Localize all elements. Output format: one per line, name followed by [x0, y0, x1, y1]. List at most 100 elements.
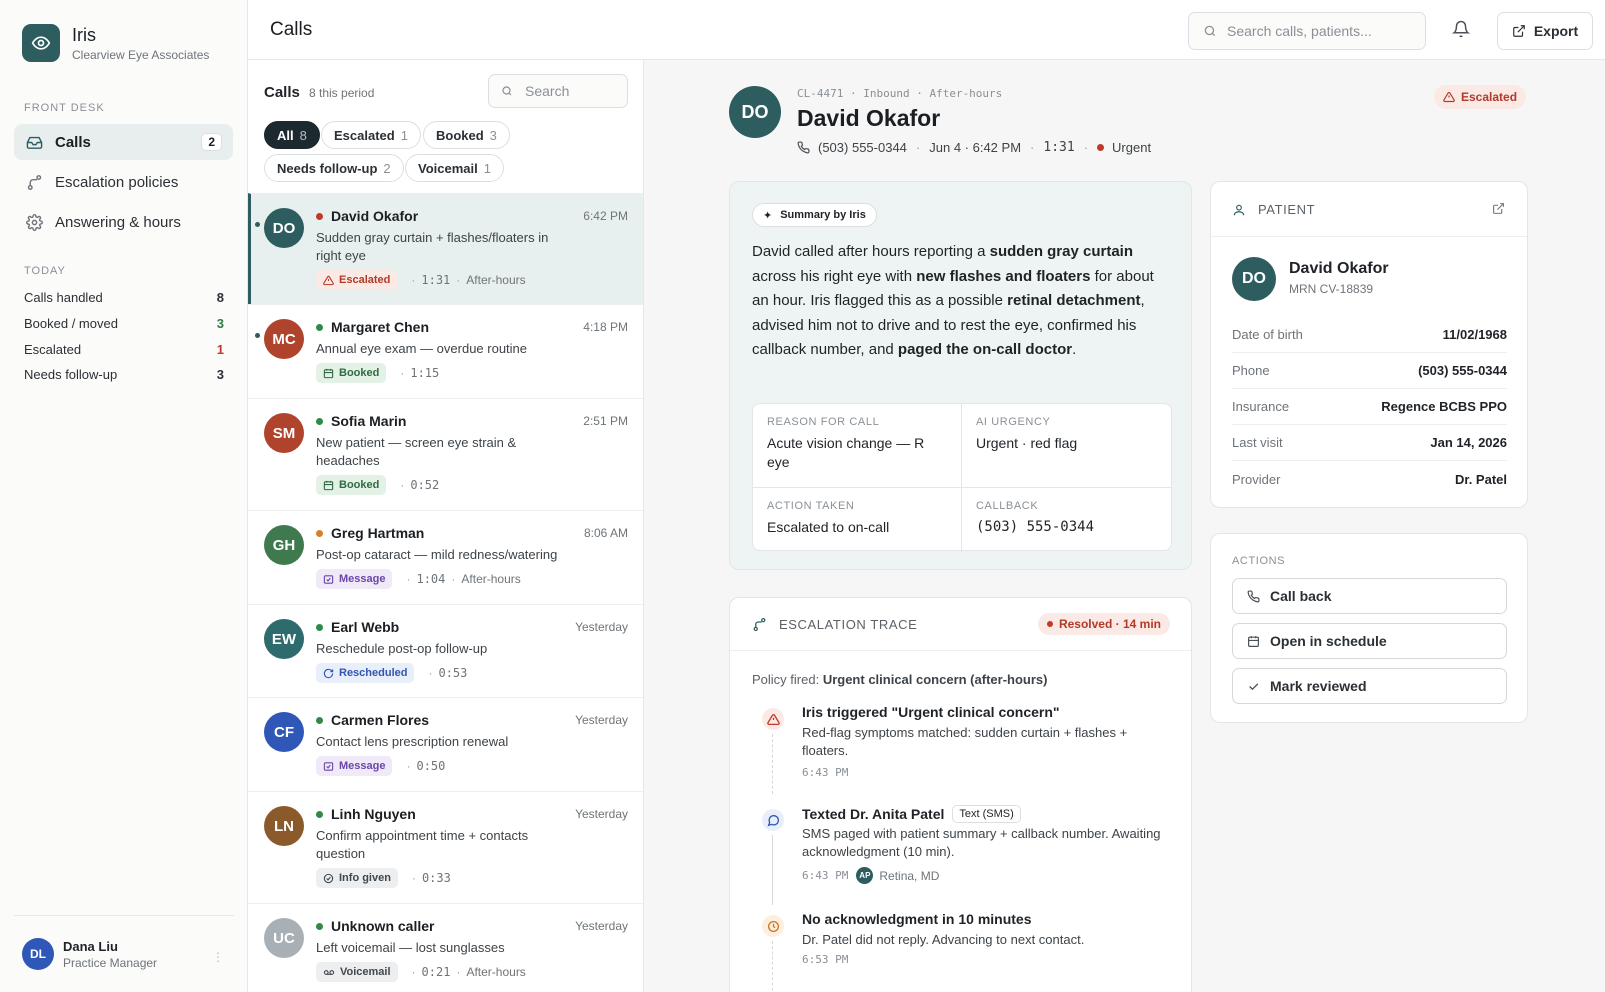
section-today: Today — [24, 265, 66, 277]
avatar: AP — [856, 867, 874, 884]
status-dot — [316, 716, 323, 724]
refresh-icon — [323, 668, 334, 679]
caller-name: Margaret Chen — [331, 319, 430, 335]
call-duration: 1:31 — [421, 273, 451, 287]
policy-fired: Policy fired: Urgent clinical concern (a… — [752, 672, 1048, 687]
caller-name: Earl Webb — [331, 619, 400, 635]
filter-chip-all[interactable]: All 8 — [264, 121, 320, 149]
route-icon — [25, 173, 43, 191]
call-duration: 1:15 — [410, 366, 440, 380]
route-icon — [752, 617, 767, 632]
sidebar-item-answering-hours[interactable]: Answering & hours — [14, 204, 233, 240]
call-list-item[interactable]: EW Earl Webb Yesterday Reschedule post-o… — [248, 604, 643, 697]
external-link-icon — [1512, 24, 1526, 38]
stat-value: 1 — [216, 342, 224, 357]
summary-text: David called after hours reporting a sud… — [752, 243, 1154, 358]
call-duration: 0:33 — [421, 871, 451, 885]
phone-icon — [797, 141, 810, 154]
user-profile[interactable]: DL Dana Liu Practice Manager ⋮ — [14, 915, 234, 992]
call-list-item[interactable]: SM Sofia Marin 2:51 PM New patient — scr… — [248, 398, 643, 510]
status-badge: Message — [316, 756, 393, 776]
caller-name: David Okafor — [331, 208, 419, 224]
mark-reviewed-button[interactable]: Mark reviewed — [1232, 668, 1507, 704]
calendar-icon — [323, 480, 334, 491]
status-dot — [316, 323, 323, 331]
call-extra: After-hours — [466, 965, 526, 979]
brand: Iris Clearview Eye Associates — [22, 24, 209, 62]
section-front-desk: Front desk — [24, 102, 105, 114]
call-list-item[interactable]: UC Unknown caller Yesterday Left voicema… — [248, 903, 643, 992]
sidebar-item-label: Calls — [55, 133, 91, 151]
export-button[interactable]: Export — [1497, 12, 1593, 50]
call-list-item[interactable]: CF Carmen Flores Yesterday Contact lens … — [248, 697, 643, 791]
field-ai-urgency: AI urgency Urgent · red flag — [962, 404, 1171, 488]
call-list-item[interactable]: MC Margaret Chen 4:18 PM Annual eye exam… — [248, 304, 643, 398]
patient-row-last-visit: Last visit Jan 14, 2026 — [1232, 425, 1507, 461]
calls-list-panel: Calls 8 this period Search All 8 Escalate… — [248, 60, 644, 992]
status-badge: Message — [316, 569, 393, 589]
sidebar-item-calls[interactable]: Calls 2 — [14, 124, 233, 160]
voicemail-icon — [323, 967, 335, 978]
sidebar-item-escalation-policies[interactable]: Escalation policies — [14, 164, 233, 200]
caller-name: Carmen Flores — [331, 712, 430, 728]
avatar: MC — [264, 319, 304, 359]
call-time: 8:06 AM — [583, 526, 628, 540]
status-dot — [316, 922, 323, 930]
call-time: Yesterday — [575, 620, 628, 634]
avatar: DO — [1232, 257, 1276, 301]
filter-chip-booked[interactable]: Booked 3 — [423, 121, 510, 149]
sidebar-item-label: Answering & hours — [55, 213, 181, 231]
trace-step: Iris triggered "Urgent clinical concern"… — [752, 704, 1172, 794]
filter-chip-escalated[interactable]: Escalated 1 — [321, 121, 421, 149]
trace-step: Texted Dr. Anita Patel Text (SMS) SMS pag… — [752, 805, 1172, 905]
eye-icon — [22, 24, 60, 62]
check-icon — [1247, 680, 1260, 693]
status-badge: Booked — [316, 475, 387, 495]
call-time: Yesterday — [575, 713, 628, 727]
user-role: Practice Manager — [63, 955, 158, 970]
more-vertical-icon[interactable]: ⋮ — [212, 950, 224, 964]
patient-card: Patient DO David Okafor MRN CV-18839 Dat… — [1210, 181, 1528, 508]
stat-booked-moved: Booked / moved 3 — [24, 316, 224, 331]
open-in-schedule-button[interactable]: Open in schedule — [1232, 623, 1507, 659]
call-list-item[interactable]: GH Greg Hartman 8:06 AM Post-op cataract… — [248, 510, 643, 604]
search-icon — [501, 85, 513, 97]
patient-mrn: MRN CV-18839 — [1289, 282, 1374, 296]
list-search-input[interactable]: Search — [488, 74, 628, 108]
calendar-icon — [323, 368, 334, 379]
brand-org: Clearview Eye Associates — [72, 47, 210, 62]
call-list-item[interactable]: LN Linh Nguyen Yesterday Confirm appoint… — [248, 791, 643, 903]
search-icon — [1203, 24, 1217, 38]
topbar: Calls Search calls, patients... Export — [248, 0, 1605, 60]
filter-chip-voicemail[interactable]: Voicemail 1 — [405, 154, 504, 182]
stat-calls-handled: Calls handled 8 — [24, 290, 224, 305]
call-duration: 0:53 — [438, 666, 468, 680]
call-detail-panel: DO CL-4471 · Inbound · After-hours David… — [644, 60, 1605, 992]
calendar-icon — [1247, 635, 1260, 648]
global-search-input[interactable]: Search calls, patients... — [1188, 12, 1426, 50]
call-extra: After-hours — [461, 572, 521, 586]
external-link-icon[interactable] — [1492, 202, 1505, 218]
actions-card: Actions Call back Open in schedule Mark … — [1210, 533, 1528, 723]
sidebar: Iris Clearview Eye Associates Front desk… — [0, 0, 248, 992]
avatar: DO — [264, 208, 304, 248]
unread-indicator — [255, 333, 260, 338]
stat-needs-follow-up: Needs follow-up 3 — [24, 367, 224, 382]
gear-icon — [25, 213, 43, 231]
status-dot — [316, 529, 323, 537]
clock-icon — [762, 915, 784, 937]
call-duration: 1:04 — [416, 572, 446, 586]
call-back-button[interactable]: Call back — [1232, 578, 1507, 614]
field-callback: Callback (503) 555-0344 — [976, 500, 1095, 535]
bell-icon[interactable] — [1451, 20, 1471, 41]
call-list-item[interactable]: DO David Okafor 6:42 PM Sudden gray curt… — [248, 193, 643, 304]
status-dot — [316, 623, 323, 631]
filter-chip-needs-follow-up[interactable]: Needs follow-up 2 — [264, 154, 404, 182]
message-icon — [323, 761, 334, 772]
sparkle-icon: ✦ — [763, 209, 773, 222]
alert-triangle-icon — [323, 275, 334, 286]
status-badge: Escalated — [316, 270, 398, 290]
call-meta: (503) 555-0344 · Jun 4 · 6:42 PM · 1:31 … — [797, 140, 1151, 155]
call-ids: CL-4471 · Inbound · After-hours — [797, 87, 1003, 100]
call-duration: 0:52 — [410, 478, 440, 492]
